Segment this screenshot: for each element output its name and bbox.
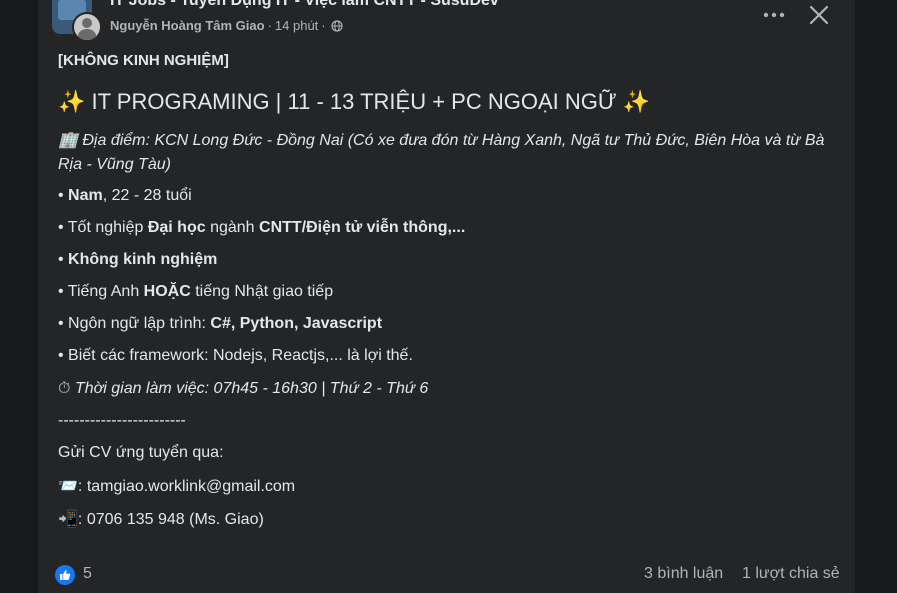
cv-label: Gửi CV ứng tuyển qua: xyxy=(58,444,224,461)
requirement-experience: • Không kinh nghiệm xyxy=(58,248,217,272)
thumbs-up-icon[interactable] xyxy=(55,565,75,585)
more-options-button[interactable] xyxy=(760,2,788,28)
more-icon xyxy=(763,12,785,18)
meta-separator-2: · xyxy=(321,18,326,33)
req-age: , 22 - 28 tuổi xyxy=(102,187,192,204)
envelope-icon: 📨 xyxy=(58,476,78,495)
bullet: • xyxy=(58,251,69,268)
post-title: ✨ IT PROGRAMING | 11 - 13 TRIỆU + PC NGO… xyxy=(58,88,650,117)
close-icon xyxy=(809,5,829,25)
divider-text: ------------------------ xyxy=(58,412,186,429)
post-tag: [KHÔNG KINH NGHIỆM] xyxy=(58,52,229,69)
reaction-count[interactable]: 5 xyxy=(83,565,92,583)
bullet: • xyxy=(58,315,69,332)
office-building-icon: 🏢 xyxy=(58,130,78,149)
req-lang-or: HOẶC xyxy=(143,283,191,300)
email-line: 📨: tamgiao.worklink@gmail.com xyxy=(58,474,295,499)
req-edu-mid: ngành xyxy=(205,219,260,236)
globe-icon[interactable] xyxy=(331,19,343,32)
req-experience: Không kinh nghiệm xyxy=(68,251,218,268)
req-lang-rest: tiếng Nhật giao tiếp xyxy=(190,283,334,300)
req-edu-pre: Tốt nghiệp xyxy=(67,219,148,236)
location-line: 🏢 Địa điểm: KCN Long Đức - Đồng Nai (Có … xyxy=(58,128,848,177)
author-name-link[interactable]: Nguyễn Hoàng Tâm Giao xyxy=(110,18,265,33)
req-gender: Nam xyxy=(68,187,103,204)
post-meta: Nguyễn Hoàng Tâm Giao · 14 phút · xyxy=(110,18,343,33)
post-title-text: IT PROGRAMING | 11 - 13 TRIỆU + PC NGOẠI… xyxy=(85,89,623,114)
work-time-line: ⏱ Thời gian làm việc: 07h45 - 16h30 | Th… xyxy=(58,376,428,401)
req-edu-degree: Đại học xyxy=(147,219,206,236)
share-count-link[interactable]: 1 lượt chia sẻ xyxy=(742,565,840,583)
comment-count-link[interactable]: 3 bình luận xyxy=(644,565,723,583)
post-time-link[interactable]: 14 phút xyxy=(275,18,318,33)
sparkles-icon: ✨ xyxy=(58,90,86,115)
avatar-body-shape xyxy=(78,29,96,40)
requirement-framework: • Biết các framework: Nodejs, Reactjs,..… xyxy=(58,344,413,368)
req-prog-pre: Ngôn ngữ lập trình: xyxy=(68,315,211,332)
req-framework-text: Biết các framework: Nodejs, Reactjs,... … xyxy=(68,347,413,364)
requirement-gender-age: • Nam, 22 - 28 tuổi xyxy=(58,184,192,208)
bullet: • xyxy=(58,283,68,300)
post-card: IT Jobs - Tuyển Dụng IT - Việc làm CNTT … xyxy=(38,0,855,593)
group-name-link[interactable]: IT Jobs - Tuyển Dụng IT - Việc làm CNTT … xyxy=(110,0,499,10)
req-lang-pre: Tiếng Anh xyxy=(67,283,144,300)
req-edu-major: CNTT/Điện tử viễn thông,... xyxy=(259,219,466,236)
email-text: : tamgiao.worklink@gmail.com xyxy=(77,478,296,495)
phone-text: : 0706 135 948 (Ms. Giao) xyxy=(77,511,264,528)
mobile-phone-icon: 📲 xyxy=(58,509,78,528)
close-button[interactable] xyxy=(804,0,834,30)
bullet: • xyxy=(58,347,69,364)
sparkles-icon-right: ✨ xyxy=(622,90,651,115)
bullet: • xyxy=(58,219,68,236)
location-text: Địa điểm: KCN Long Đức - Đồng Nai (Có xe… xyxy=(58,132,825,173)
work-time-text: Thời gian làm việc: 07h45 - 16h30 | Thứ … xyxy=(70,380,429,397)
avatar-head-shape xyxy=(82,18,92,28)
meta-separator: · xyxy=(267,18,272,33)
stopwatch-icon: ⏱ xyxy=(58,378,71,397)
author-avatar[interactable] xyxy=(72,12,102,42)
phone-line: 📲: 0706 135 948 (Ms. Giao) xyxy=(58,507,264,532)
requirement-language: • Tiếng Anh HOẶC tiếng Nhật giao tiếp xyxy=(58,280,333,304)
thumbs-up-glyph xyxy=(60,570,71,580)
req-prog-languages: C#, Python, Javascript xyxy=(210,315,383,332)
requirement-education: • Tốt nghiệp Đại học ngành CNTT/Điện tử … xyxy=(58,216,465,240)
requirement-programming: • Ngôn ngữ lập trình: C#, Python, Javasc… xyxy=(58,312,382,336)
bullet: • xyxy=(58,187,69,204)
